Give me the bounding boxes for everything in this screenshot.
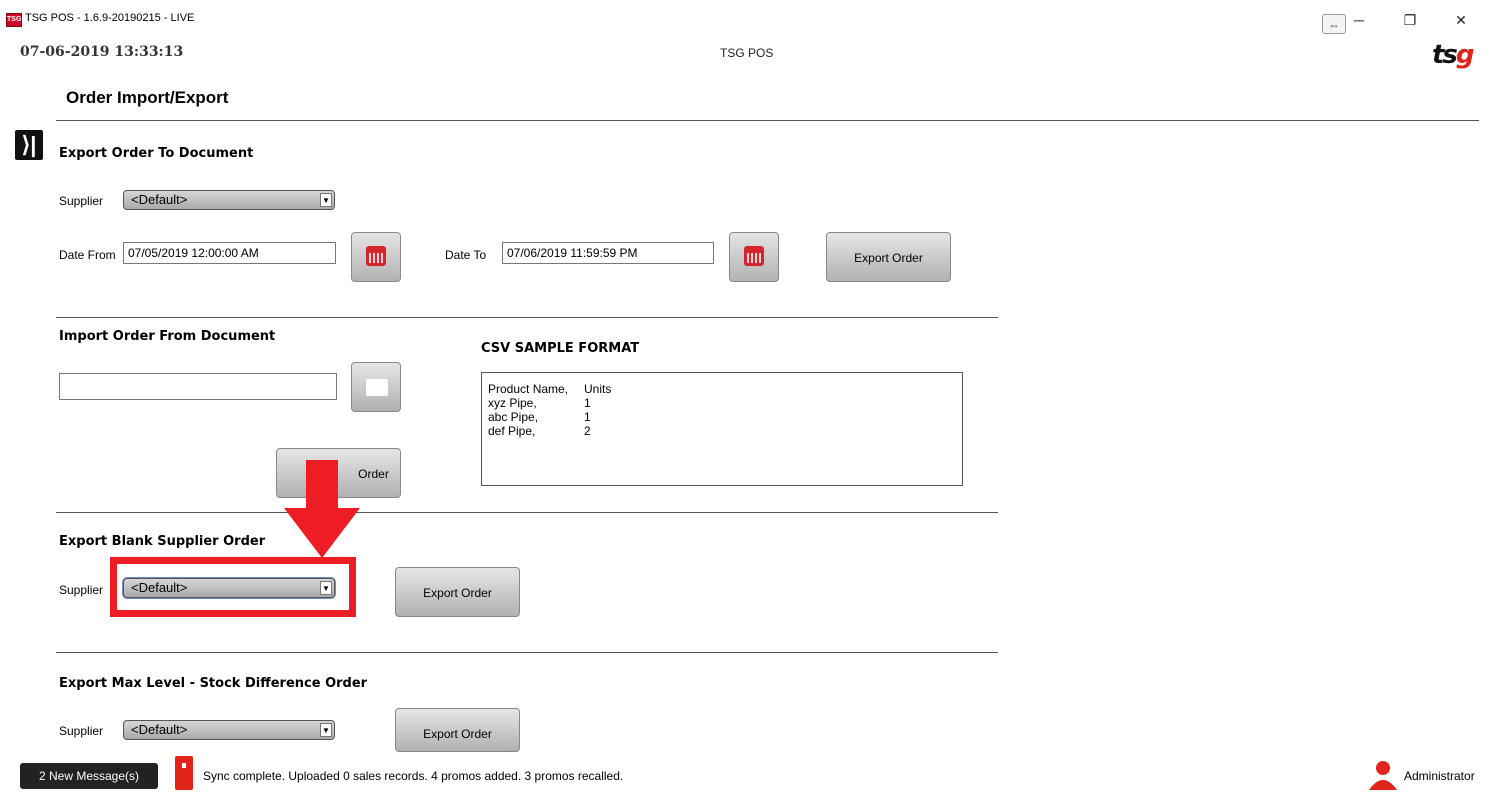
tsg-logo: tsg [1432,40,1474,70]
page-title: Order Import/Export [66,88,229,107]
sync-status-text: Sync complete. Uploaded 0 sales records.… [203,769,624,783]
window-title: TSG POS - 1.6.9-20190215 - LIVE [25,12,195,24]
dropdown-arrow-icon: ▼ [320,193,332,207]
supplier-label: Supplier [59,583,104,597]
new-messages-button[interactable]: 2 New Message(s) [20,763,158,789]
divider [56,317,998,318]
minimize-button[interactable]: ─ [1349,12,1369,28]
annotation-highlight-box [110,557,356,617]
date-from-label: Date From [59,248,116,262]
current-user[interactable]: Administrator [1404,769,1475,783]
app-window: TSG TSG POS - 1.6.9-20190215 - LIVE ⇔ ─ … [0,0,1499,793]
export-max-level-order-button[interactable]: Export Order [395,708,520,752]
csv-sample-row: abc Pipe, 1 [488,410,591,424]
date-from-calendar-button[interactable] [351,232,401,282]
supplier-dropdown-value: <Default> [131,192,188,207]
date-to-field[interactable]: 07/06/2019 11:59:59 PM [502,242,714,264]
import-file-path-field[interactable] [59,373,337,400]
import-from-document-heading: Import Order From Document [59,329,276,344]
divider [56,512,998,513]
swap-icon[interactable]: ⇔ [1322,14,1346,34]
divider [56,120,1479,121]
export-max-level-heading: Export Max Level - Stock Difference Orde… [59,676,368,691]
browse-file-button[interactable] [351,362,401,412]
csv-sample-heading: CSV SAMPLE FORMAT [481,341,640,356]
close-button[interactable]: ✕ [1451,12,1471,28]
export-order-button[interactable]: Export Order [826,232,951,282]
csv-sample-row: Product Name, Units [488,382,612,396]
csv-sample-row: xyz Pipe, 1 [488,396,591,410]
annotation-arrow-icon [284,460,360,558]
max-level-supplier-dropdown[interactable]: <Default> ▼ [123,720,335,740]
export-blank-supplier-heading: Export Blank Supplier Order [59,534,266,549]
export-blank-order-button[interactable]: Export Order [395,567,520,617]
restore-button[interactable]: ❐ [1400,12,1420,28]
supplier-label: Supplier [59,724,104,738]
divider [56,652,998,653]
export-to-document-heading: Export Order To Document [59,146,254,161]
status-bar: 2 New Message(s) Sync complete. Uploaded… [0,756,1499,793]
app-icon: TSG [6,13,22,27]
app-center-title: TSG POS [720,46,774,60]
calendar-icon [366,246,386,266]
dropdown-arrow-icon: ▼ [320,723,332,737]
sync-server-icon [175,756,193,790]
csv-sample-row: def Pipe, 2 [488,424,591,438]
supplier-dropdown[interactable]: <Default> ▼ [123,190,335,210]
current-datetime: 07-06-2019 13:33:13 [20,44,184,60]
supplier-label: Supplier [59,194,104,208]
calendar-icon [744,246,764,266]
collapse-panel-icon[interactable]: ⟩| [15,130,43,160]
supplier-dropdown-value: <Default> [131,722,188,737]
csv-sample-box: Product Name, Units xyz Pipe, 1 abc Pipe, 1… [481,372,963,486]
title-bar: TSG TSG POS - 1.6.9-20190215 - LIVE ⇔ ─ … [0,0,1499,40]
folder-icon [366,379,388,396]
date-to-label: Date To [445,248,487,262]
user-icon [1369,761,1397,790]
date-from-field[interactable]: 07/05/2019 12:00:00 AM [123,242,336,264]
date-to-calendar-button[interactable] [729,232,779,282]
